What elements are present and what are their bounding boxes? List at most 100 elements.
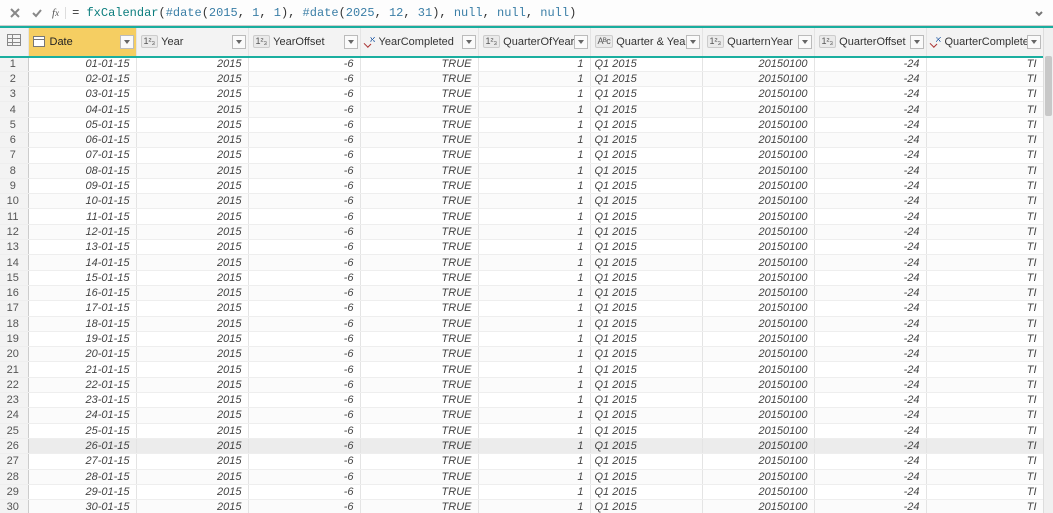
cell-quarteroffset[interactable]: -24 <box>814 102 926 117</box>
cell-yearcompleted[interactable]: TRUE <box>360 194 478 209</box>
table-row[interactable]: 2222-01-152015-6TRUE1Q1 201520150100-24T… <box>0 377 1043 392</box>
column-filter-button[interactable] <box>686 35 700 49</box>
cell-quartercompleted[interactable]: TI <box>926 301 1043 316</box>
row-number[interactable]: 29 <box>0 484 28 499</box>
column-header-quarterofyear[interactable]: 1²₃QuarterOfYear <box>478 28 590 56</box>
cell-yearcompleted[interactable]: TRUE <box>360 132 478 147</box>
cell-yearcompleted[interactable]: TRUE <box>360 209 478 224</box>
cell-quarterandyear[interactable]: Q1 2015 <box>590 87 702 102</box>
cell-year[interactable]: 2015 <box>136 438 248 453</box>
cell-quarteroffset[interactable]: -24 <box>814 71 926 86</box>
cell-quarternyear[interactable]: 20150100 <box>702 224 814 239</box>
cell-yearcompleted[interactable]: TRUE <box>360 362 478 377</box>
expand-formula-button[interactable] <box>1029 8 1049 18</box>
row-number[interactable]: 2 <box>0 71 28 86</box>
table-row[interactable]: 1919-01-152015-6TRUE1Q1 201520150100-24T… <box>0 331 1043 346</box>
select-all-corner[interactable] <box>0 28 28 56</box>
cell-quartercompleted[interactable]: TI <box>926 148 1043 163</box>
cell-quartercompleted[interactable]: TI <box>926 209 1043 224</box>
cell-date[interactable]: 25-01-15 <box>28 423 136 438</box>
cell-yearoffset[interactable]: -6 <box>248 362 360 377</box>
cell-yearoffset[interactable]: -6 <box>248 270 360 285</box>
cell-yearcompleted[interactable]: TRUE <box>360 148 478 163</box>
column-header-quarterandyear[interactable]: AᴮcQuarter & Year <box>590 28 702 56</box>
cell-quarteroffset[interactable]: -24 <box>814 240 926 255</box>
cell-yearoffset[interactable]: -6 <box>248 484 360 499</box>
cell-quarterofyear[interactable]: 1 <box>478 194 590 209</box>
cell-quartercompleted[interactable]: TI <box>926 255 1043 270</box>
cell-quarterandyear[interactable]: Q1 2015 <box>590 117 702 132</box>
cell-quartercompleted[interactable]: TI <box>926 87 1043 102</box>
column-filter-button[interactable] <box>120 35 134 49</box>
cell-quarteroffset[interactable]: -24 <box>814 56 926 71</box>
cell-year[interactable]: 2015 <box>136 102 248 117</box>
scrollbar-thumb[interactable] <box>1045 56 1052 116</box>
cell-date[interactable]: 12-01-15 <box>28 224 136 239</box>
cell-quarternyear[interactable]: 20150100 <box>702 377 814 392</box>
cell-year[interactable]: 2015 <box>136 408 248 423</box>
cell-quartercompleted[interactable]: TI <box>926 423 1043 438</box>
cell-yearcompleted[interactable]: TRUE <box>360 438 478 453</box>
cell-quarternyear[interactable]: 20150100 <box>702 194 814 209</box>
table-row[interactable]: 505-01-152015-6TRUE1Q1 201520150100-24TI <box>0 117 1043 132</box>
row-number[interactable]: 30 <box>0 500 28 513</box>
cell-quarterofyear[interactable]: 1 <box>478 71 590 86</box>
column-filter-button[interactable] <box>462 35 476 49</box>
row-number[interactable]: 23 <box>0 393 28 408</box>
table-row[interactable]: 3030-01-152015-6TRUE1Q1 201520150100-24T… <box>0 500 1043 513</box>
table-row[interactable]: 1616-01-152015-6TRUE1Q1 201520150100-24T… <box>0 285 1043 300</box>
cell-quarterofyear[interactable]: 1 <box>478 484 590 499</box>
cell-yearoffset[interactable]: -6 <box>248 148 360 163</box>
cell-quarterandyear[interactable]: Q1 2015 <box>590 484 702 499</box>
cell-yearoffset[interactable]: -6 <box>248 240 360 255</box>
cell-year[interactable]: 2015 <box>136 331 248 346</box>
cell-quarterofyear[interactable]: 1 <box>478 301 590 316</box>
row-number[interactable]: 26 <box>0 438 28 453</box>
table-row[interactable]: 707-01-152015-6TRUE1Q1 201520150100-24TI <box>0 148 1043 163</box>
formula-input[interactable]: = fxCalendar(#date(2015, 1, 1), #date(20… <box>72 6 1029 20</box>
cell-quarternyear[interactable]: 20150100 <box>702 117 814 132</box>
cell-quarterofyear[interactable]: 1 <box>478 316 590 331</box>
cell-date[interactable]: 16-01-15 <box>28 285 136 300</box>
cell-quarternyear[interactable]: 20150100 <box>702 454 814 469</box>
table-row[interactable]: 1010-01-152015-6TRUE1Q1 201520150100-24T… <box>0 194 1043 209</box>
cell-quarterofyear[interactable]: 1 <box>478 224 590 239</box>
cell-quarterofyear[interactable]: 1 <box>478 454 590 469</box>
cancel-formula-button[interactable] <box>4 3 26 23</box>
cell-quarterandyear[interactable]: Q1 2015 <box>590 255 702 270</box>
cell-quarterandyear[interactable]: Q1 2015 <box>590 331 702 346</box>
cell-quartercompleted[interactable]: TI <box>926 316 1043 331</box>
cell-yearoffset[interactable]: -6 <box>248 408 360 423</box>
cell-yearoffset[interactable]: -6 <box>248 316 360 331</box>
column-filter-button[interactable] <box>344 35 358 49</box>
cell-yearcompleted[interactable]: TRUE <box>360 316 478 331</box>
cell-year[interactable]: 2015 <box>136 224 248 239</box>
cell-yearoffset[interactable]: -6 <box>248 423 360 438</box>
cell-date[interactable]: 17-01-15 <box>28 301 136 316</box>
cell-quarterandyear[interactable]: Q1 2015 <box>590 377 702 392</box>
cell-quartercompleted[interactable]: TI <box>926 362 1043 377</box>
cell-date[interactable]: 09-01-15 <box>28 178 136 193</box>
column-header-quartercompleted[interactable]: QuarterCompleted <box>926 28 1043 56</box>
cell-yearcompleted[interactable]: TRUE <box>360 377 478 392</box>
cell-quarternyear[interactable]: 20150100 <box>702 240 814 255</box>
cell-quartercompleted[interactable]: TI <box>926 117 1043 132</box>
row-number[interactable]: 15 <box>0 270 28 285</box>
cell-date[interactable]: 04-01-15 <box>28 102 136 117</box>
table-row[interactable]: 303-01-152015-6TRUE1Q1 201520150100-24TI <box>0 87 1043 102</box>
commit-formula-button[interactable] <box>26 3 48 23</box>
cell-yearoffset[interactable]: -6 <box>248 209 360 224</box>
column-filter-button[interactable] <box>574 35 588 49</box>
row-number[interactable]: 24 <box>0 408 28 423</box>
cell-yearoffset[interactable]: -6 <box>248 255 360 270</box>
cell-date[interactable]: 05-01-15 <box>28 117 136 132</box>
table-row[interactable]: 1818-01-152015-6TRUE1Q1 201520150100-24T… <box>0 316 1043 331</box>
cell-quarterofyear[interactable]: 1 <box>478 347 590 362</box>
row-number[interactable]: 22 <box>0 377 28 392</box>
cell-quarterandyear[interactable]: Q1 2015 <box>590 56 702 71</box>
row-number[interactable]: 5 <box>0 117 28 132</box>
cell-yearcompleted[interactable]: TRUE <box>360 331 478 346</box>
cell-quartercompleted[interactable]: TI <box>926 331 1043 346</box>
cell-yearcompleted[interactable]: TRUE <box>360 408 478 423</box>
cell-date[interactable]: 24-01-15 <box>28 408 136 423</box>
